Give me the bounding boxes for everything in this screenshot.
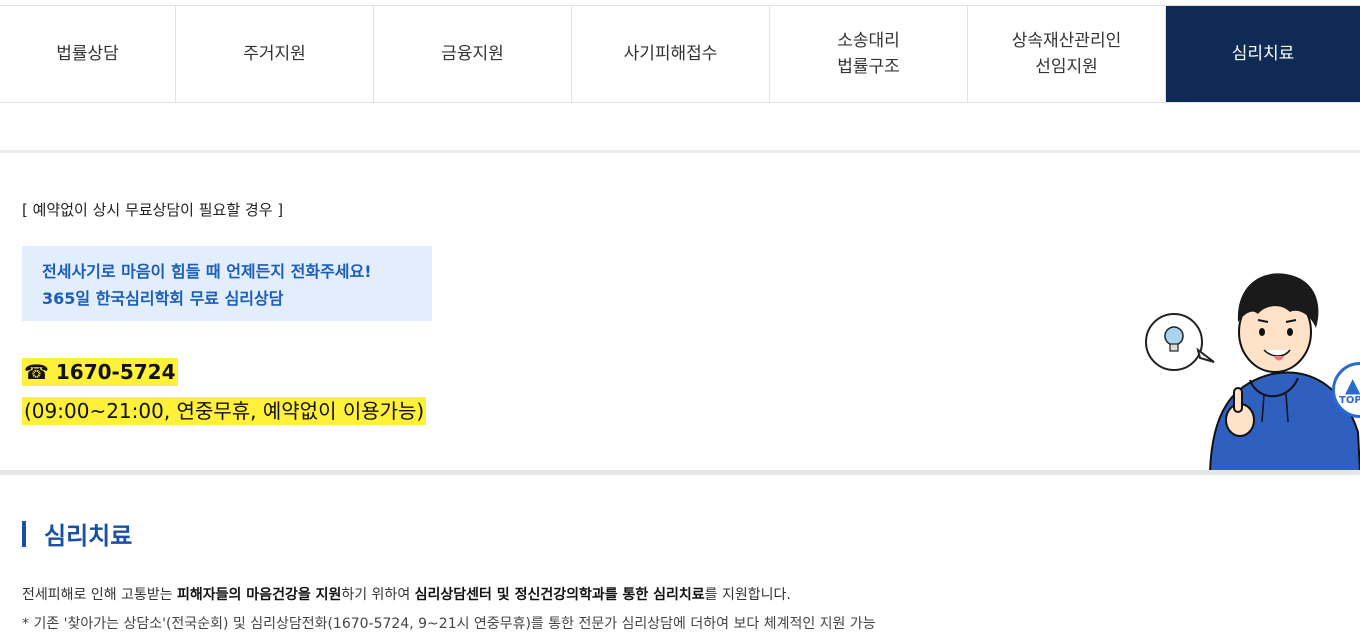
section-divider [0, 150, 1360, 153]
section-title: 심리치료 [44, 522, 133, 550]
tab-label: 심리치료 [1231, 44, 1295, 64]
desc-text: 를 지원합니다. [704, 587, 791, 603]
tab-financial-support[interactable]: 금융지원 [374, 6, 572, 102]
section-note: * 기존 '찾아가는 상담소'(전국순회) 및 심리상담전화(1670-5724… [22, 616, 876, 632]
section-description: 전세피해로 인해 고통받는 피해자들의 마음건강을 지원하기 위하여 심리상담센… [22, 584, 791, 604]
tab-label: 법률상담 [56, 44, 119, 64]
hotline-hours: (09:00~21:00, 연중무휴, 예약없이 이용가능) [22, 397, 427, 425]
service-tabs: 법률상담 주거지원 금융지원 사기피해접수 소송대리 법률구조 상속재산관리인 … [0, 5, 1360, 103]
callout-line: 365일 한국심리학회 무료 심리상담 [42, 289, 284, 308]
tab-fraud-report[interactable]: 사기피해접수 [572, 6, 770, 102]
tab-label: 금융지원 [441, 44, 504, 64]
tab-legal-consult[interactable]: 법률상담 [0, 6, 176, 102]
counselor-character-illustration [1145, 273, 1360, 472]
section-divider [0, 470, 1360, 475]
heading-accent-bar [22, 520, 26, 547]
desc-text: 하기 위하여 [341, 587, 415, 603]
tab-label: 소송대리 법률구조 [837, 31, 900, 77]
tab-estate-administrator[interactable]: 상속재산관리인 선임지원 [968, 6, 1166, 102]
section-heading: 심리치료 [22, 516, 132, 551]
tab-psychotherapy[interactable]: 심리치료 [1166, 6, 1360, 102]
tab-label: 상속재산관리인 선임지원 [1011, 31, 1122, 77]
arrow-up-icon: ▲ [1345, 373, 1360, 397]
tab-litigation-legal-aid[interactable]: 소송대리 법률구조 [770, 6, 968, 102]
hotline-phone: ☎ 1670-5724 [22, 358, 178, 386]
hotline-callout: 전세사기로 마음이 힘들 때 언제든지 전화주세요! 365일 한국심리학회 무… [22, 246, 432, 321]
scroll-top-label: TOP [1339, 395, 1360, 406]
desc-emphasis: 심리상담센터 및 정신건강의학과를 통한 심리치료 [414, 587, 705, 603]
tab-housing-support[interactable]: 주거지원 [176, 6, 374, 102]
tab-label: 주거지원 [243, 44, 306, 64]
callout-line: 전세사기로 마음이 힘들 때 언제든지 전화주세요! [42, 262, 372, 281]
desc-emphasis: 피해자들의 마음건강을 지원 [177, 587, 342, 603]
desc-text: 전세피해로 인해 고통받는 [22, 587, 178, 603]
notice-title: [ 예약없이 상시 무료상담이 필요할 경우 ] [22, 201, 284, 219]
tab-label: 사기피해접수 [623, 44, 718, 64]
